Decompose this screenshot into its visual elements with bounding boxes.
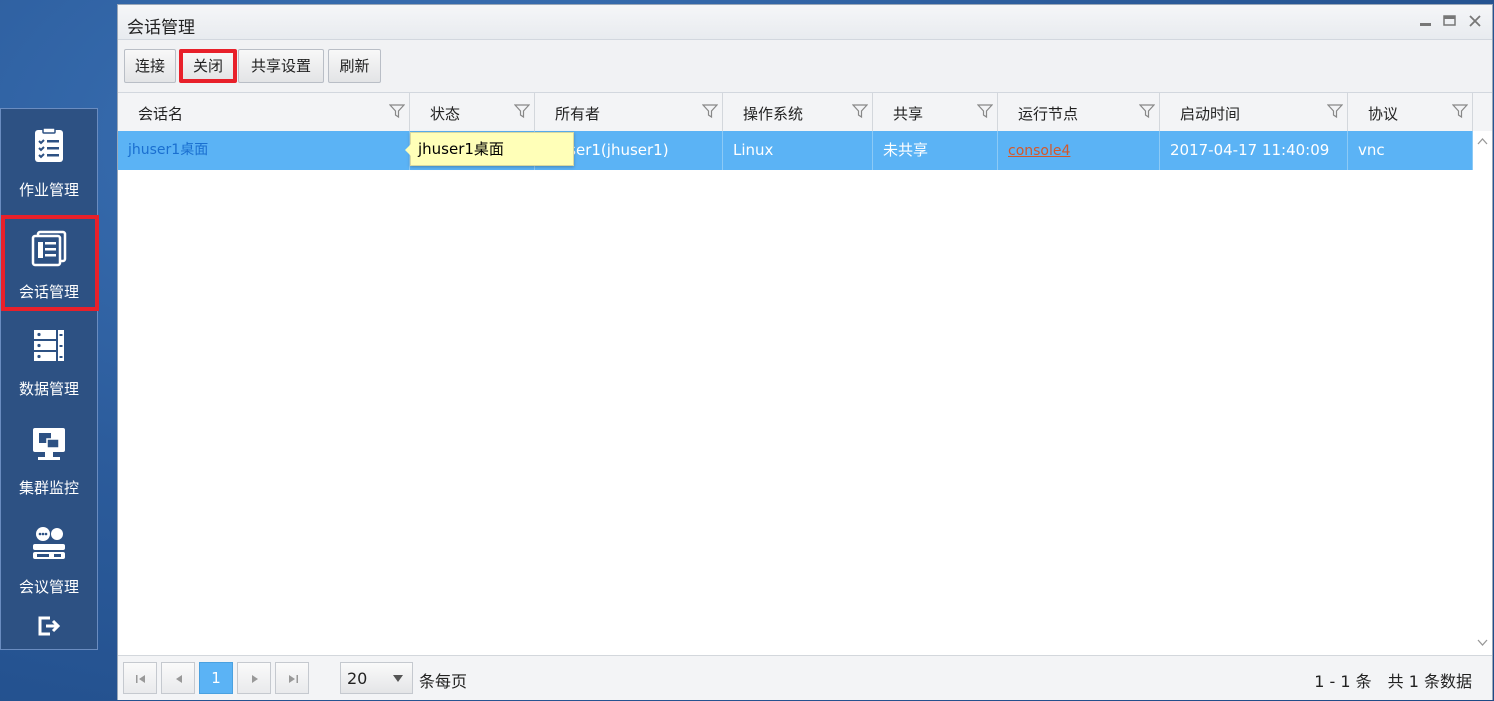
filter-icon[interactable] <box>977 103 993 119</box>
prev-page-button[interactable] <box>161 662 195 694</box>
window-titlebar: 会话管理 <box>118 5 1492 40</box>
close-icon[interactable] <box>1467 13 1483 29</box>
logout-icon[interactable] <box>37 615 61 637</box>
filter-icon[interactable] <box>1139 103 1155 119</box>
sidebar-item-data[interactable]: 数据管理 <box>1 312 99 408</box>
scroll-up-icon[interactable] <box>1477 137 1488 145</box>
filter-icon[interactable] <box>1452 103 1468 119</box>
sidebar-item-label: 数据管理 <box>18 380 79 398</box>
column-header-status[interactable]: 状态 <box>410 93 535 131</box>
sidebar-item-label: 会议管理 <box>18 578 79 596</box>
column-label: 状态 <box>430 105 461 123</box>
column-label: 操作系统 <box>743 105 804 123</box>
first-page-button[interactable] <box>123 662 157 694</box>
last-page-button[interactable] <box>275 662 309 694</box>
sidebar-item-monitor[interactable]: 集群监控 <box>1 411 99 507</box>
vertical-scrollbar[interactable] <box>1473 131 1492 655</box>
cell-session-name: jhuser1桌面 <box>118 131 410 170</box>
cell-start-time: 2017-04-17 11:40:09 <box>1160 131 1348 170</box>
data-storage-icon <box>34 330 64 361</box>
window-title: 会话管理 <box>127 18 195 38</box>
toolbar: 连接 关闭 共享设置 刷新 <box>118 40 1492 93</box>
cell-os: Linux <box>723 131 873 170</box>
column-header-os[interactable]: 操作系统 <box>723 93 873 131</box>
connect-button[interactable]: 连接 <box>124 49 176 83</box>
meeting-icon <box>33 527 65 559</box>
job-list-icon <box>35 127 63 162</box>
pager: 1 20 条每页 1 - 1 条 共 1 条数据 <box>118 655 1492 700</box>
filter-icon[interactable] <box>1327 103 1343 119</box>
column-label: 会话名 <box>138 105 184 123</box>
column-label: 启动时间 <box>1180 105 1241 123</box>
column-label: 协议 <box>1368 105 1399 123</box>
prev-page-icon <box>176 675 182 683</box>
sidebar-item-label: 会话管理 <box>18 283 79 301</box>
column-header-name[interactable]: 会话名 <box>118 93 410 131</box>
sidebar: 作业管理 会话管理 数据管理 集群监控 会议管理 <box>0 108 99 650</box>
column-header-protocol[interactable]: 协议 <box>1348 93 1473 131</box>
next-page-button[interactable] <box>237 662 271 694</box>
column-header-owner[interactable]: 所有者 <box>535 93 723 131</box>
page-size-label: 条每页 <box>419 672 468 691</box>
grid-header: 会话名 状态 所有者 操作系统 共享 运行节点 启动时间 协议 <box>118 93 1492 132</box>
page-size-select[interactable]: 20 <box>340 662 413 694</box>
filter-icon[interactable] <box>852 103 868 119</box>
cell-tooltip: jhuser1桌面 <box>405 132 574 166</box>
column-header-share[interactable]: 共享 <box>873 93 998 131</box>
refresh-button[interactable]: 刷新 <box>328 49 381 83</box>
minimize-icon[interactable] <box>1418 13 1434 29</box>
sidebar-item-label: 集群监控 <box>18 479 79 497</box>
column-header-node[interactable]: 运行节点 <box>998 93 1160 131</box>
maximize-icon[interactable] <box>1442 13 1458 29</box>
next-page-icon <box>252 675 258 683</box>
column-header-start-time[interactable]: 启动时间 <box>1160 93 1348 131</box>
cell-protocol: vnc <box>1348 131 1473 170</box>
cell-share: 未共享 <box>873 131 998 170</box>
scroll-down-icon[interactable] <box>1477 639 1488 647</box>
table-row[interactable]: jhuser1桌面 jhuser1(jhuser1) Linux 未共享 con… <box>118 131 1473 170</box>
session-icon <box>31 230 67 267</box>
column-label: 共享 <box>893 105 924 123</box>
page-size-value: 20 <box>347 669 368 688</box>
filter-icon[interactable] <box>702 103 718 119</box>
sidebar-item-jobs[interactable]: 作业管理 <box>1 113 99 209</box>
close-session-button[interactable]: 关闭 <box>179 49 237 83</box>
first-page-icon <box>136 675 145 683</box>
pager-info: 1 - 1 条 共 1 条数据 <box>1314 672 1472 691</box>
sidebar-item-sessions[interactable]: 会话管理 <box>1 215 99 311</box>
last-page-icon <box>289 675 298 683</box>
column-label: 所有者 <box>555 105 601 123</box>
monitor-icon <box>33 428 65 460</box>
node-link[interactable]: console4 <box>1008 143 1070 159</box>
cell-node: console4 <box>998 131 1160 170</box>
sidebar-item-label: 作业管理 <box>18 181 79 199</box>
share-settings-button[interactable]: 共享设置 <box>238 49 324 83</box>
filter-icon[interactable] <box>389 103 405 119</box>
filter-icon[interactable] <box>514 103 530 119</box>
column-label: 运行节点 <box>1018 105 1079 123</box>
current-page-button[interactable]: 1 <box>199 662 233 694</box>
sidebar-item-meetings[interactable]: 会议管理 <box>1 510 99 606</box>
session-management-window: 会话管理 连接 关闭 共享设置 刷新 会话名 状态 所有者 操作系统 共享 运行… <box>117 4 1493 700</box>
chevron-down-icon <box>393 675 403 682</box>
